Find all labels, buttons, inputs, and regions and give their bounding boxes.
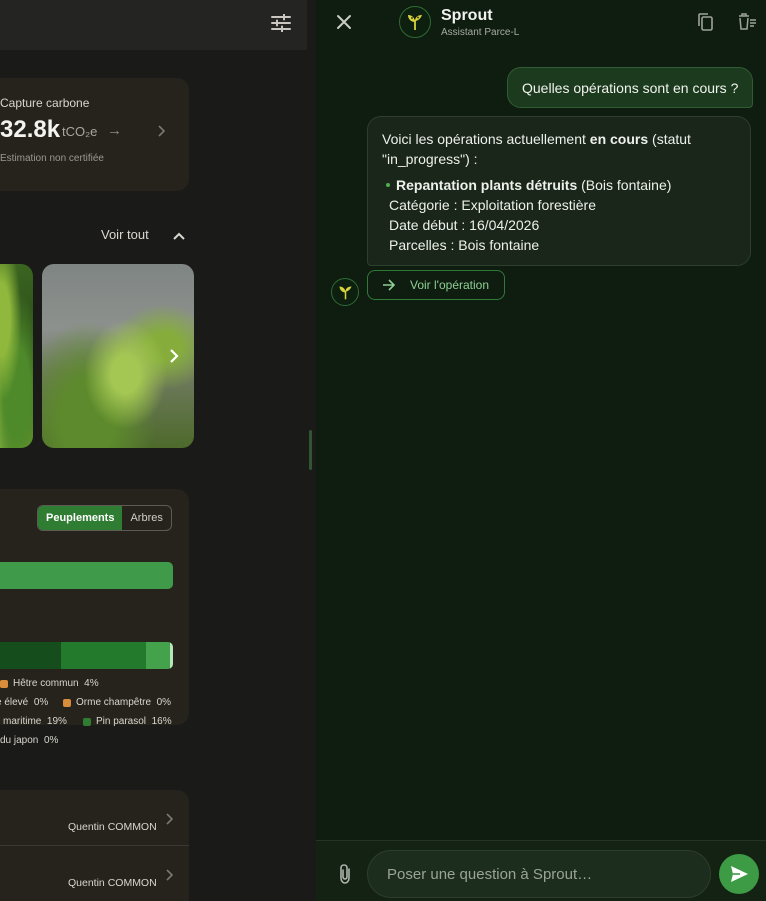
carbon-arrow-icon: → [107,122,122,139]
bot-subtitle: Assistant Parce-L [441,27,520,38]
bot-avatar [399,6,431,38]
intro-text: Voici les opérations actuellement [382,131,590,147]
legend-item: du japon 0% [0,735,58,746]
resize-handle[interactable] [309,430,312,470]
species-bar [0,562,173,589]
chevron-right-icon[interactable] [165,868,174,886]
list-item-owner[interactable]: Quentin COMMON [68,877,157,889]
arrow-right-icon [382,279,396,291]
legend-swatch [63,698,71,707]
legend-label: du japon [0,735,39,746]
carbon-label: Capture carbone [0,96,90,110]
legend-label: Pin parasol [96,716,147,727]
view-operation-button[interactable]: Voir l'opération [367,270,505,300]
see-all-link[interactable]: Voir tout [101,227,149,242]
operation-name: Repantation plants détruits [396,177,578,193]
chevron-right-icon[interactable] [165,812,174,830]
bot-message: Voici les opérations actuellement en cou… [367,116,751,266]
legend-value: 4% [84,678,99,689]
legend-swatch [83,717,91,726]
paperclip-icon[interactable] [335,863,355,885]
composer [316,840,766,901]
species-tabs: Peuplements Arbres [37,505,172,531]
list-item-owner[interactable]: Quentin COMMON [68,821,157,833]
legend-value: 19% [46,716,67,727]
chat-panel: Sprout Assistant Parce-L Quelles opérati… [316,0,766,901]
legend-item: e élevé 0% [0,697,48,708]
legend-label: e élevé [0,697,29,708]
operation-start-date: Date début : 16/04/2026 [389,217,540,233]
operation-place: (Bois fontaine) [577,177,672,193]
clear-history-icon[interactable] [737,12,757,32]
chevron-up-icon[interactable] [172,228,186,246]
chevron-right-icon [157,124,166,142]
legend-item: Orme champêtre 0% [63,697,171,708]
chat-input[interactable] [367,850,711,898]
carbon-value: 32.8k [0,116,61,143]
user-message: Quelles opérations sont en cours ? [507,67,754,108]
species-distribution-bar [0,642,173,669]
gallery-photo[interactable] [0,264,33,448]
operation-parcels: Parcelles : Bois fontaine [389,237,540,253]
legend-value: 0% [43,735,59,746]
legend-label: maritime [3,716,42,727]
bot-name: Sprout [441,7,493,24]
legend-swatch [0,679,8,688]
legend-value: 16% [151,716,172,727]
sprout-logo-icon [408,15,422,30]
operation-category: Catégorie : Exploitation forestière [389,197,596,213]
background-app: Capture carbone 32.8k tCO₂e → Estimation… [0,0,316,901]
intro-bold: en cours [589,131,649,147]
legend-value: 0% [156,697,172,708]
send-button[interactable] [719,854,759,894]
carbon-capture-card[interactable]: Capture carbone 32.8k tCO₂e → Estimation… [0,78,189,191]
bot-intro: Voici les opérations actuellement en cou… [382,129,736,169]
list-divider [0,845,189,846]
copy-icon[interactable] [696,12,716,32]
operation-item: Repantation plants détruits (Bois fontai… [382,175,736,195]
send-icon [731,866,748,882]
legend-label: Hêtre commun [13,678,79,689]
view-operation-label: Voir l'opération [410,278,490,292]
legend-item: maritime 19% [3,716,67,727]
carbon-unit: tCO₂e [62,124,98,139]
tab-arbres[interactable]: Arbres [122,506,170,530]
sprout-logo-icon [339,286,351,299]
chevron-right-icon[interactable] [166,346,182,366]
filter-settings-icon[interactable] [268,10,294,36]
legend-item: Hêtre commun 4% [0,678,99,689]
bullet-icon [386,183,390,187]
legend-label: Orme champêtre [76,697,152,708]
tab-peuplements[interactable]: Peuplements [38,506,123,530]
close-icon[interactable] [334,12,354,32]
top-bar [0,0,307,50]
legend-value: 0% [33,697,49,708]
legend-item: Pin parasol 16% [83,716,172,727]
carbon-note: Estimation non certifiée [0,153,104,164]
bot-avatar-small [331,278,359,306]
